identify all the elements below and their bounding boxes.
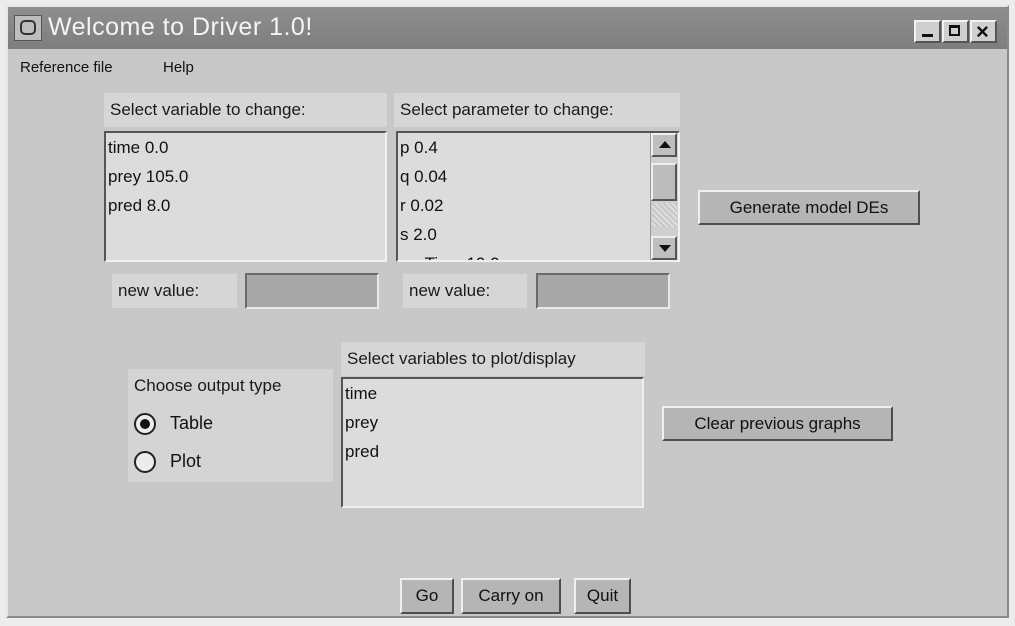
radio-unchecked-icon[interactable] (134, 451, 156, 473)
list-item[interactable]: r 0.02 (398, 191, 678, 220)
list-item[interactable]: prey (343, 408, 642, 437)
parameter-select-label: Select parameter to change: (394, 93, 680, 127)
variable-new-value-field[interactable] (245, 273, 379, 309)
list-item[interactable]: p 0.4 (398, 133, 678, 162)
menu-bar: Reference file Help (8, 53, 1007, 81)
variable-list[interactable]: time 0.0 prey 105.0 pred 8.0 (104, 131, 387, 262)
carry-on-button[interactable]: Carry on (461, 578, 561, 614)
variable-new-value-label: new value: (112, 274, 237, 308)
close-icon[interactable]: × (970, 19, 997, 44)
list-item[interactable]: prey 105.0 (106, 162, 385, 191)
go-button[interactable]: Go (400, 578, 454, 614)
list-item[interactable]: pred 8.0 (106, 191, 385, 220)
clear-previous-graphs-button[interactable]: Clear previous graphs (662, 406, 893, 441)
maximize-icon[interactable] (942, 20, 969, 43)
scroll-up-icon[interactable] (651, 133, 677, 157)
driver-window: Welcome to Driver 1.0! × Reference file … (6, 5, 1009, 618)
parameter-new-value-field[interactable] (536, 273, 670, 309)
radio-plot-label[interactable]: Plot (170, 451, 201, 472)
variable-select-label: Select variable to change: (104, 93, 387, 127)
radio-plot[interactable]: Plot (128, 449, 328, 479)
menu-reference-file[interactable]: Reference file (20, 59, 113, 76)
minimize-icon[interactable] (914, 20, 941, 43)
list-item[interactable]: time 0.0 (106, 133, 385, 162)
list-item[interactable]: time (343, 379, 642, 408)
list-item[interactable]: pred (343, 437, 642, 466)
plot-variables-label: Select variables to plot/display (341, 342, 645, 376)
list-item[interactable]: runTime 10.0 (398, 249, 678, 260)
window-title: Welcome to Driver 1.0! (48, 13, 313, 41)
parameter-new-value-label: new value: (403, 274, 527, 308)
radio-table-label[interactable]: Table (170, 413, 213, 434)
quit-button[interactable]: Quit (574, 578, 631, 614)
title-bar[interactable]: Welcome to Driver 1.0! × (8, 7, 1007, 49)
generate-model-des-button[interactable]: Generate model DEs (698, 190, 920, 225)
menu-help[interactable]: Help (163, 59, 194, 76)
plot-variables-list[interactable]: time prey pred (341, 377, 644, 508)
parameter-list[interactable]: p 0.4 q 0.04 r 0.02 s 2.0 runTime 10.0 (396, 131, 680, 262)
radio-table[interactable]: Table (128, 411, 328, 441)
output-type-group: Choose output type Table Plot (128, 369, 333, 482)
parameter-scrollbar[interactable] (650, 133, 678, 260)
output-type-label: Choose output type (134, 376, 282, 395)
list-item[interactable]: s 2.0 (398, 220, 678, 249)
app-icon[interactable] (14, 15, 42, 41)
radio-checked-icon[interactable] (134, 413, 156, 435)
list-item[interactable]: q 0.04 (398, 162, 678, 191)
scroll-track[interactable] (652, 203, 677, 227)
scroll-thumb[interactable] (651, 163, 677, 201)
scroll-down-icon[interactable] (651, 236, 677, 260)
